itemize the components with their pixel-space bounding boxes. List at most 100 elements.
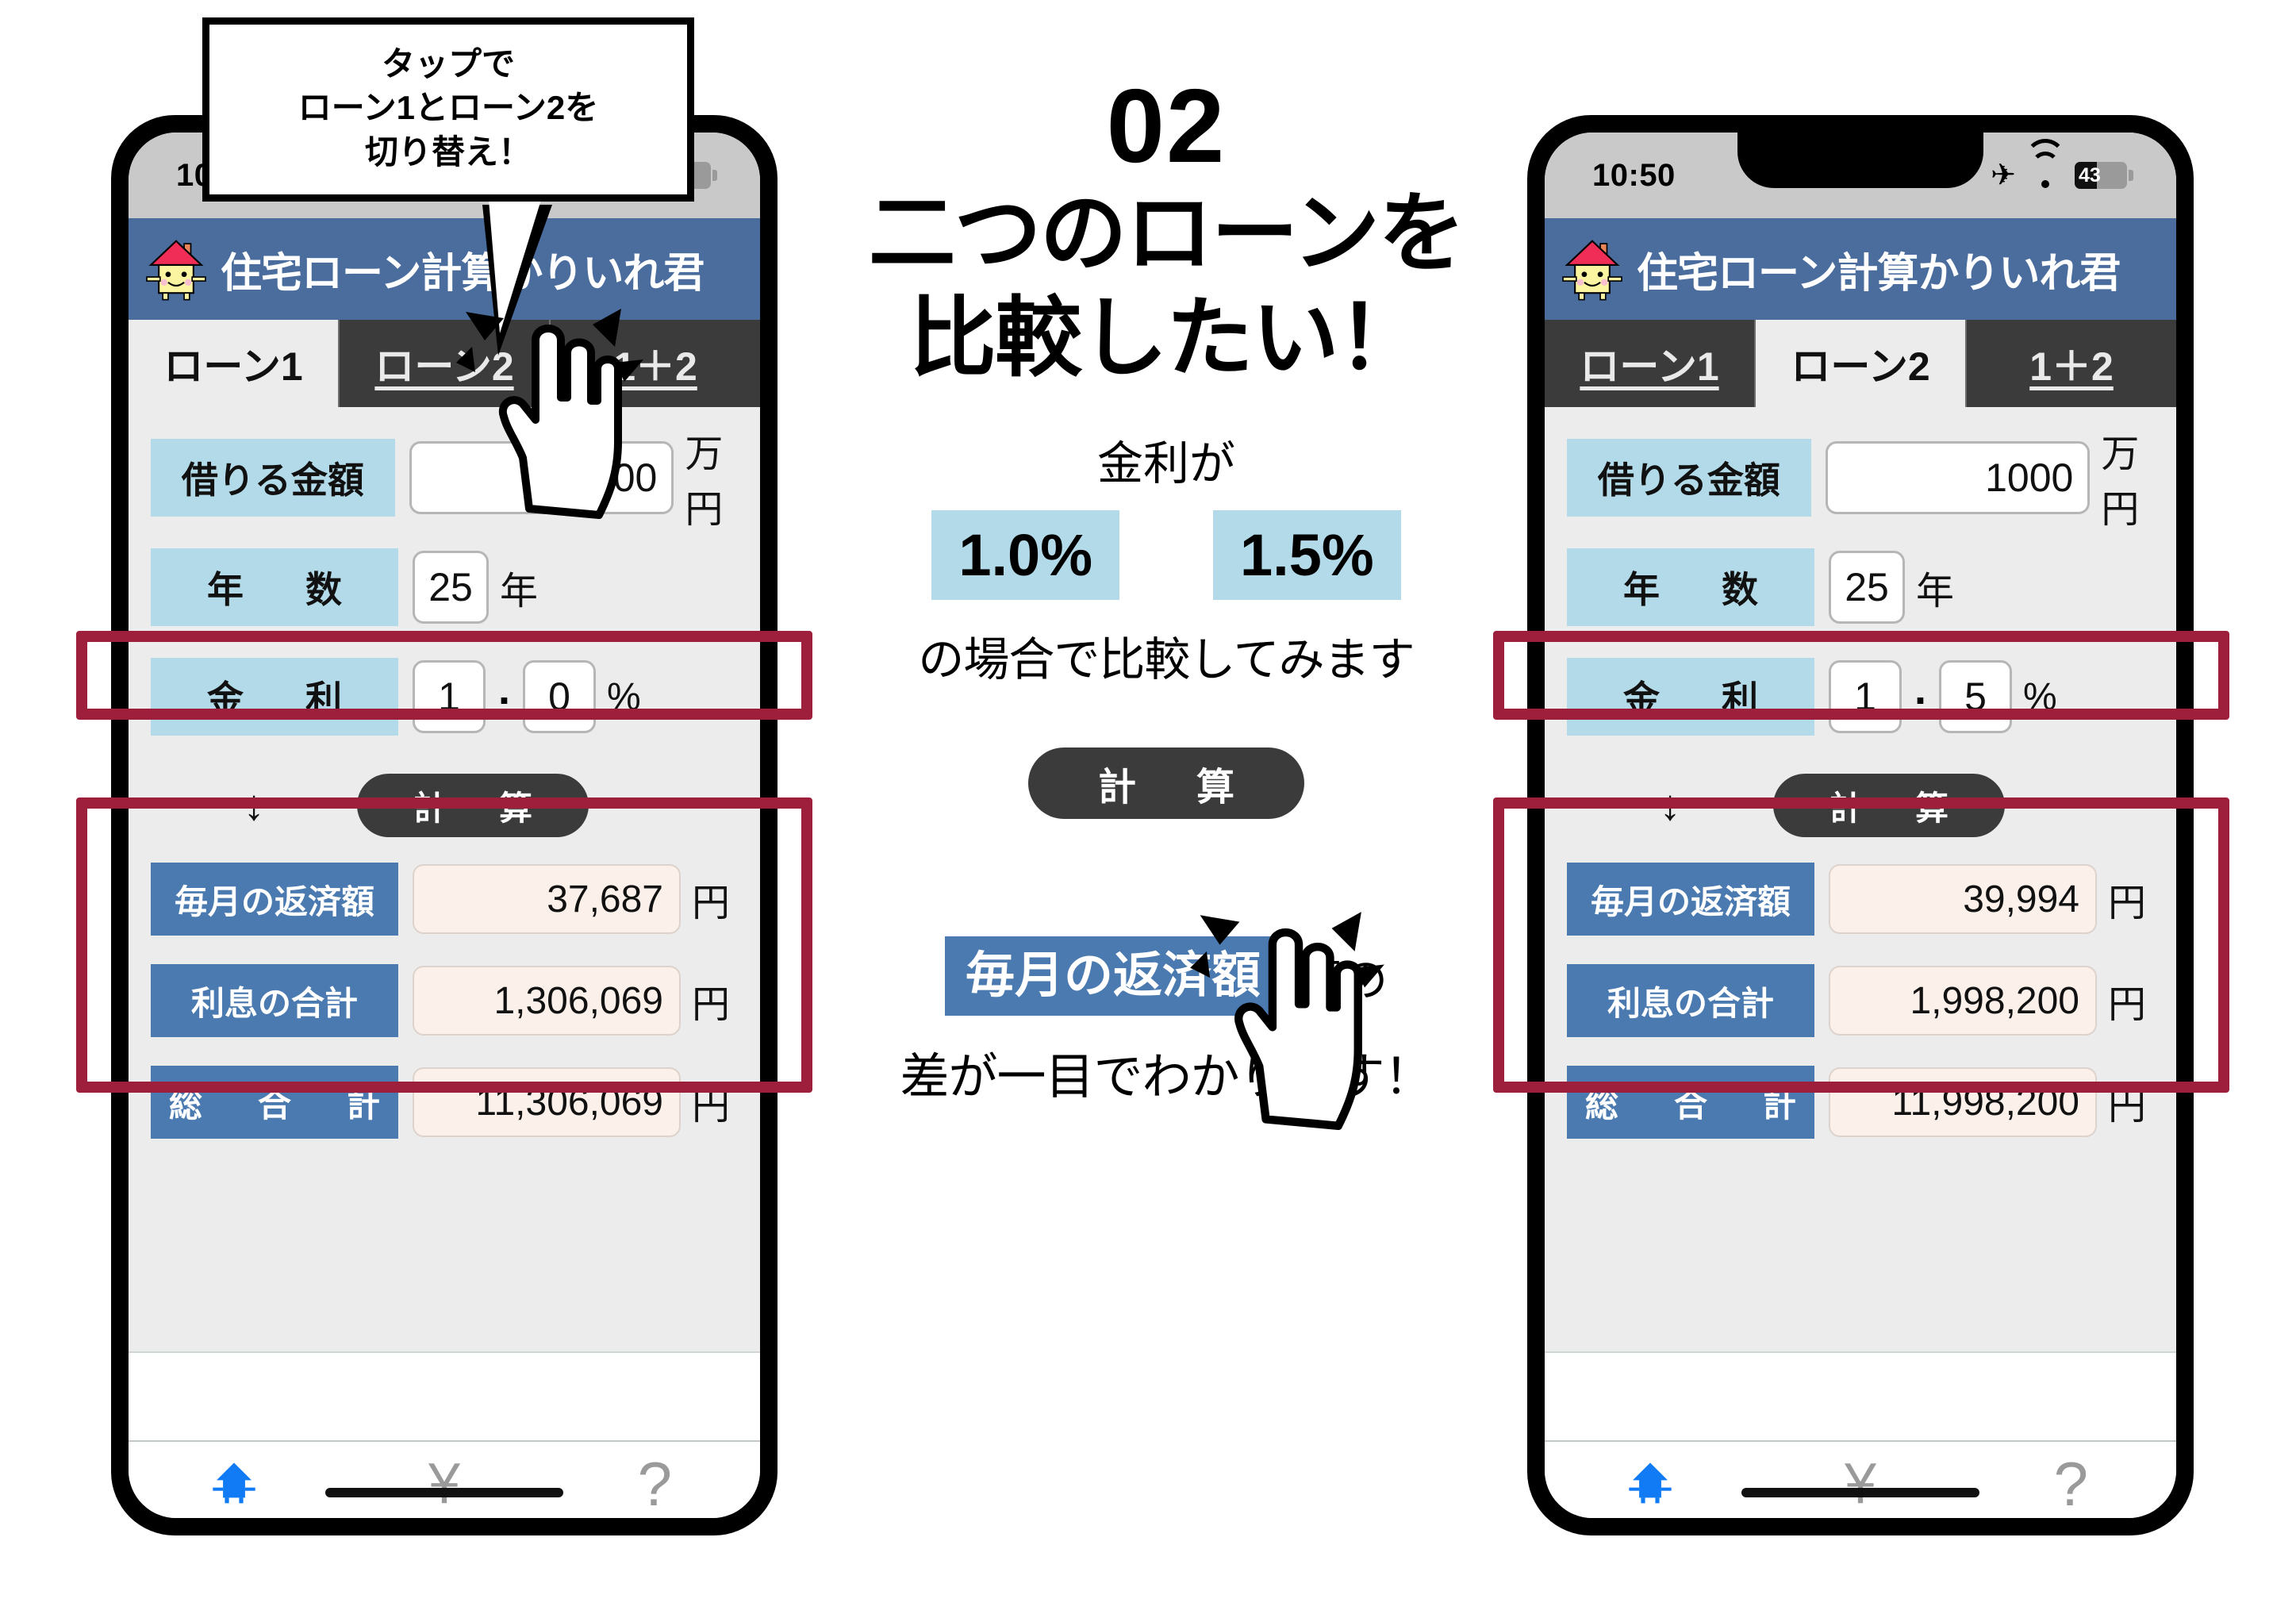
rate-decimal-separator: . [1914,666,1927,713]
bottom-tab-support-label: サポート [613,1515,696,1518]
rate-decimal-input[interactable]: 0 [523,660,597,733]
years-unit: 年 [500,571,539,613]
calculate-button[interactable]: 計 算 [1773,774,2005,837]
bottom-tab-support[interactable]: ? サポート [1966,1449,2176,1518]
tap-hand-tabs-icon [456,309,643,519]
wifi-icon [2025,139,2066,188]
amount-value: 1000 [1985,455,2074,500]
interest-value: 1,306,069 [413,966,681,1036]
yen-icon: ¥ [428,1452,461,1516]
years-value: 25 [428,565,473,609]
bottom-tab-rate[interactable]: ¥ 金利 [1755,1455,1965,1518]
app-header-right: 住宅ローン計算かりいれ君 [1545,218,2176,320]
bottom-tab-rate-label: 金利 [1840,1515,1881,1518]
app-header: 住宅ローン計算かりいれ君 [129,218,760,320]
amount-row: 借りる金額 1000 万円 [1545,433,2176,531]
tap-hand-calculate-icon [1190,912,1384,1130]
total-unit: 円 [692,1086,731,1128]
calculate-row: ↓ 計 算 [1545,767,2176,844]
home-indicator-right [1741,1488,1979,1497]
rate-decimal-separator: . [498,666,511,713]
rate-integer-input[interactable]: 1 [413,660,486,733]
battery-percent-right: 43 [2079,163,2101,186]
bottom-tab-rate[interactable]: ¥ 金利 [339,1452,549,1518]
years-input[interactable]: 25 [1829,551,1905,624]
tab-loan1plus2[interactable]: 1＋2 [1967,320,2176,407]
status-time-right: 10:50 [1592,157,1676,193]
total-value: 11,306,069 [413,1067,681,1137]
home-indicator [325,1488,563,1497]
monthly-value: 37,687 [413,864,681,934]
calculate-row: ↓ 計 算 [129,767,760,844]
rate-decimal-input[interactable]: 5 [1939,660,2013,733]
tab-loan1[interactable]: ローン1 [129,320,340,407]
monthly-value: 39,994 [1829,864,2097,934]
house-icon [211,1456,257,1512]
total-label: 総 合 計 [151,1066,398,1139]
tab-bar: ローン1 ローン2 1＋2 [129,320,760,407]
headline-line-2: 比較したい！ [909,289,1425,387]
amount-label: 借りる金額 [151,439,395,517]
monthly-label: 毎月の返済額 [1567,863,1814,936]
tab-bar-right: ローン1 ローン2 1＋2 [1545,320,2176,407]
rate-chip-b: 1.5% [1213,509,1401,600]
rate-integer-value: 1 [1854,674,1876,719]
bottom-tab-rate-label: 金利 [424,1515,465,1518]
result-monthly-row: 毎月の返済額 39,994 円 [1545,863,2176,936]
rate-label: 金 利 [1567,658,1814,736]
tab-loan2[interactable]: ローン2 [1756,320,1967,407]
bottom-tab-support[interactable]: ? サポート [550,1449,760,1518]
bottom-note-line-1: 毎月の返済額 等の [809,936,1523,1016]
center-calculate-button[interactable]: 計 算 [1028,747,1304,819]
rate-row: 金 利 1 . 0 % [129,658,760,736]
total-label: 総 合 計 [1567,1066,1814,1139]
app-body-right: 借りる金額 1000 万円 年 数 25 年 金 利 1 . 5 % ↓ 計 算… [1545,407,2176,1351]
rate-row: 金 利 1 . 5 % [1545,658,2176,736]
question-icon: ? [2053,1449,2089,1518]
amount-input[interactable]: 1000 [1825,441,2091,514]
years-label: 年 数 [1567,548,1814,626]
result-total-row: 総 合 計 11,306,069 円 [129,1066,760,1139]
calculate-button[interactable]: 計 算 [357,774,589,837]
status-indicators-right: ✈ 43 [1991,139,2133,190]
tab-loan1[interactable]: ローン1 [1545,320,1756,407]
bottom-note: 毎月の返済額 等の 差が一目でわかります！ [809,936,1523,1108]
rate-label: 金 利 [151,658,398,736]
interest-label: 利息の合計 [1567,964,1814,1037]
bottom-tab-app-label: アプリ [1619,1515,1681,1518]
bottom-tab-app[interactable]: アプリ [1545,1456,1755,1518]
status-bar-right: 10:50 ✈ 43 [1545,133,2176,218]
battery-icon: 43 [2075,162,2133,189]
headline-line-1: 二つのローンを [868,184,1466,282]
rate-unit: % [2023,675,2057,718]
tip-speech-bubble: タップで ローン1とローン2を 切り替え！ [202,17,694,202]
phone-right-screen: 10:50 ✈ 43 住宅ローン計算かりいれ君 ローン1 ローン2 1＋2 借り… [1545,133,2176,1518]
interest-value: 1,998,200 [1829,966,2097,1036]
rate-decimal-value: 5 [1964,674,1987,719]
result-total-row: 総 合 計 11,998,200 円 [1545,1066,2176,1139]
rate-integer-input[interactable]: 1 [1829,660,1902,733]
rate-unit: % [607,675,641,718]
house-icon [1627,1456,1673,1512]
rate-compare-text: の場合で比較してみます [918,633,1415,686]
down-arrow-icon: ↓ [1659,782,1681,829]
center-copy: 02 二つのローンを 比較したい！ 金利が 1.0% 1.5% の場合で比較して… [809,71,1523,1108]
content-spacer [129,1351,760,1440]
notch-right [1737,133,1983,188]
amount-row: 借りる金額 1000 万円 [129,433,760,531]
monthly-unit: 円 [692,882,731,924]
phone-right: 10:50 ✈ 43 住宅ローン計算かりいれ君 ローン1 ローン2 1＋2 借り… [1527,115,2194,1535]
years-value: 25 [1845,565,1889,609]
app-title: 住宅ローン計算かりいれ君 [221,250,705,297]
years-label: 年 数 [151,548,398,626]
monthly-label: 毎月の返済額 [151,863,398,936]
rate-chip-a: 1.0% [931,509,1119,600]
question-icon: ? [637,1449,673,1518]
result-interest-row: 利息の合計 1,306,069 円 [129,964,760,1037]
bottom-tab-app[interactable]: アプリ [129,1456,339,1518]
bottom-tab-bar-right: アプリ ¥ 金利 ? サポート [1545,1440,2176,1518]
battery-percent: 43 [662,163,685,186]
rate-decimal-value: 0 [548,674,570,719]
rate-chips: 1.0% 1.5% [809,509,1523,600]
years-input[interactable]: 25 [413,551,489,624]
